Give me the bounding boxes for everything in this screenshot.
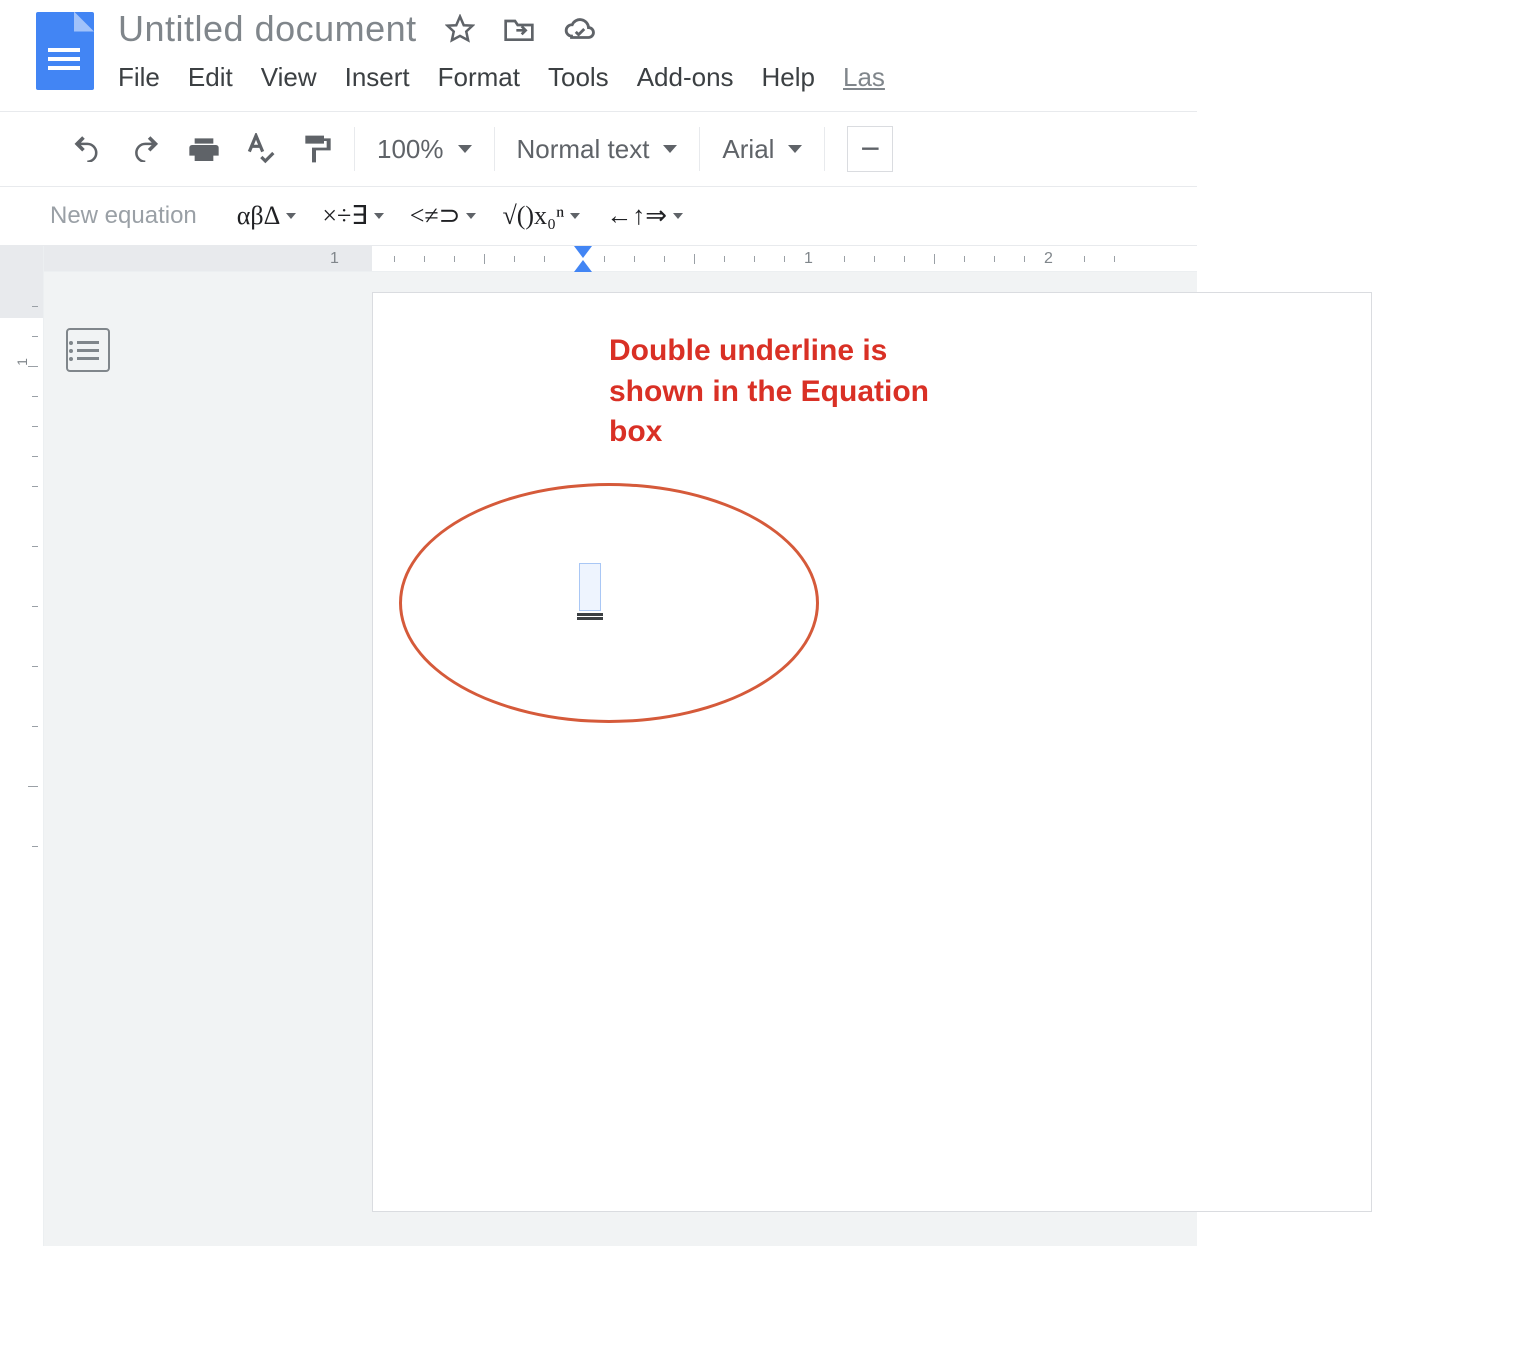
menu-file[interactable]: File xyxy=(118,62,160,93)
menu-edit[interactable]: Edit xyxy=(188,62,233,93)
main-toolbar: 100% Normal text Arial − xyxy=(0,111,1197,187)
left-indent-marker[interactable] xyxy=(574,260,592,272)
menu-help[interactable]: Help xyxy=(762,62,815,93)
equation-toolbar: New equation αβΔ ×÷∃ <≠⊃ √()x₀ⁿ ←↑⇒ xyxy=(0,187,1197,246)
font-value: Arial xyxy=(722,134,774,165)
zoom-dropdown[interactable]: 100% xyxy=(377,134,472,165)
caret-down-icon xyxy=(458,145,472,153)
annotation-text: Double underline is shown in the Equatio… xyxy=(609,331,979,453)
document-area: 1 1 2 xyxy=(44,246,1197,1246)
paint-format-icon[interactable] xyxy=(300,133,332,165)
star-icon[interactable] xyxy=(445,14,475,44)
first-line-indent-marker[interactable] xyxy=(574,246,592,258)
eq-relations-dropdown[interactable]: <≠⊃ xyxy=(400,201,487,231)
eq-arrows-dropdown[interactable]: ←↑⇒ xyxy=(596,201,693,231)
hruler-number: 1 xyxy=(804,250,813,268)
caret-down-icon xyxy=(570,213,580,219)
workspace: 1 1 1 2 xyxy=(0,246,1197,1246)
menu-format[interactable]: Format xyxy=(438,62,520,93)
caret-down-icon xyxy=(466,213,476,219)
hruler-number: 1 xyxy=(330,250,339,268)
title-bar: Untitled document File Edit xyxy=(0,0,1197,93)
font-dropdown[interactable]: Arial xyxy=(722,134,802,165)
move-folder-icon[interactable] xyxy=(503,14,535,44)
style-value: Normal text xyxy=(517,134,650,165)
spellcheck-icon[interactable] xyxy=(244,133,276,165)
caret-down-icon xyxy=(673,213,683,219)
cloud-status-icon[interactable] xyxy=(563,16,597,42)
vruler-number: 1 xyxy=(14,358,30,366)
menu-view[interactable]: View xyxy=(261,62,317,93)
font-size-decrease-button[interactable]: − xyxy=(847,126,893,172)
zoom-value: 100% xyxy=(377,134,444,165)
print-icon[interactable] xyxy=(188,134,220,164)
eq-math-dropdown[interactable]: √()x₀ⁿ xyxy=(492,201,590,231)
document-outline-button[interactable] xyxy=(66,328,110,372)
horizontal-ruler[interactable]: 1 1 2 xyxy=(44,246,1197,272)
equation-box[interactable] xyxy=(579,563,601,611)
menu-bar: File Edit View Insert Format Tools Add-o… xyxy=(118,56,885,93)
annotation-ellipse xyxy=(399,483,819,723)
last-edit-link[interactable]: Las xyxy=(843,62,885,93)
document-page[interactable]: Double underline is shown in the Equatio… xyxy=(372,292,1372,1212)
new-equation-button[interactable]: New equation xyxy=(50,202,197,230)
docs-logo-icon[interactable] xyxy=(36,12,94,90)
double-underline-mark xyxy=(577,613,603,620)
menu-tools[interactable]: Tools xyxy=(548,62,609,93)
hruler-number: 2 xyxy=(1044,250,1053,268)
document-title[interactable]: Untitled document xyxy=(118,8,417,50)
eq-operators-dropdown[interactable]: ×÷∃ xyxy=(312,201,393,231)
undo-icon[interactable] xyxy=(72,136,106,162)
menu-addons[interactable]: Add-ons xyxy=(637,62,734,93)
paragraph-style-dropdown[interactable]: Normal text xyxy=(517,134,678,165)
caret-down-icon xyxy=(663,145,677,153)
caret-down-icon xyxy=(374,213,384,219)
menu-insert[interactable]: Insert xyxy=(345,62,410,93)
caret-down-icon xyxy=(788,145,802,153)
eq-greek-dropdown[interactable]: αβΔ xyxy=(227,201,307,231)
caret-down-icon xyxy=(286,213,296,219)
vertical-ruler[interactable]: 1 xyxy=(0,246,44,1246)
redo-icon[interactable] xyxy=(130,136,164,162)
